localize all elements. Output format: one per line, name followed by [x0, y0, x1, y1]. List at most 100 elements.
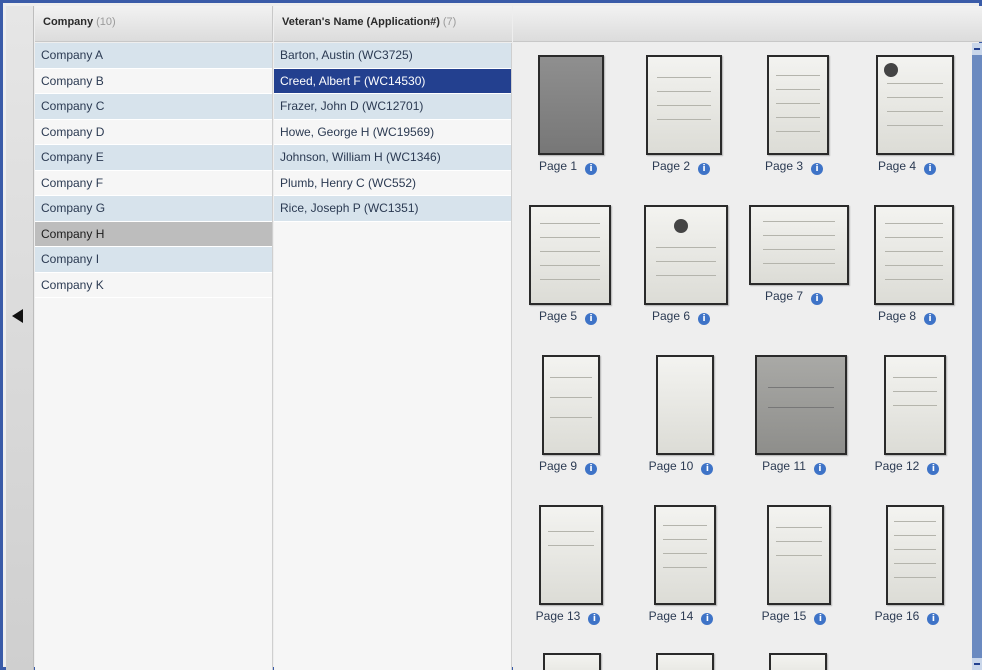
page-image	[755, 355, 847, 455]
page-thumb-partial[interactable]	[543, 653, 601, 670]
company-item-f[interactable]: Company F	[35, 170, 272, 196]
page-image	[542, 355, 600, 455]
page-label: Page 14	[648, 609, 694, 623]
info-icon[interactable]: i	[924, 313, 937, 325]
page-thumb-13[interactable]: Page 13 i	[513, 503, 623, 633]
page-thumb-14[interactable]: Page 14 i	[626, 503, 736, 633]
veteran-list: Barton, Austin (WC3725) Creed, Albert F …	[274, 43, 512, 670]
company-item-i[interactable]: Company I	[35, 247, 272, 273]
info-icon[interactable]: i	[927, 463, 940, 475]
veteran-column-header[interactable]: Veteran's Name (Application#) (7)	[274, 6, 512, 42]
info-icon[interactable]: i	[701, 613, 714, 625]
page-image	[749, 205, 849, 285]
veteran-item-creed[interactable]: Creed, Albert F (WC14530)	[274, 68, 511, 94]
veteran-header-label: Veteran's Name (Application#)	[282, 16, 440, 28]
page-label: Page 11	[762, 459, 806, 473]
page-thumb-1[interactable]: Page 1 i	[513, 51, 623, 179]
left-rail	[6, 6, 34, 670]
thumbnails-header	[513, 6, 982, 42]
company-item-h[interactable]: Company H	[35, 221, 272, 247]
page-thumb-12[interactable]: Page 12 i	[852, 353, 962, 483]
info-icon[interactable]: i	[701, 463, 714, 475]
info-icon[interactable]: i	[811, 293, 824, 305]
company-item-d[interactable]: Company D	[35, 119, 272, 145]
page-label: Page 9	[538, 459, 578, 473]
page-thumb-10[interactable]: Page 10 i	[626, 353, 736, 483]
page-label: Page 1	[538, 159, 578, 173]
page-label: Page 7	[764, 289, 804, 303]
page-label: Page 5	[538, 309, 578, 323]
veteran-item-frazer[interactable]: Frazer, John D (WC12701)	[274, 94, 511, 120]
company-item-k[interactable]: Company K	[35, 272, 272, 298]
page-thumb-6[interactable]: Page 6 i	[626, 203, 736, 333]
page-label: Page 4	[877, 159, 917, 173]
info-icon[interactable]: i	[698, 163, 711, 175]
company-count: (10)	[96, 16, 116, 28]
veteran-item-johnson[interactable]: Johnson, William H (WC1346)	[274, 145, 511, 171]
page-image	[529, 205, 611, 305]
page-label: Page 6	[651, 309, 691, 323]
page-image	[886, 505, 944, 605]
veteran-item-rice[interactable]: Rice, Joseph P (WC1351)	[274, 196, 511, 222]
page-thumb-8[interactable]: Page 8 i	[852, 203, 962, 333]
company-item-b[interactable]: Company B	[35, 68, 272, 94]
info-icon[interactable]: i	[813, 463, 826, 475]
page-label: Page 13	[535, 609, 581, 623]
info-icon[interactable]: i	[698, 313, 711, 325]
thumbnails-scrollbar[interactable]	[972, 43, 982, 670]
page-image	[539, 505, 603, 605]
page-label: Page 16	[874, 609, 920, 623]
veteran-item-plumb[interactable]: Plumb, Henry C (WC552)	[274, 170, 511, 196]
veteran-item-howe[interactable]: Howe, George H (WC19569)	[274, 119, 511, 145]
veteran-item-barton[interactable]: Barton, Austin (WC3725)	[274, 43, 511, 69]
page-image	[767, 55, 829, 155]
page-thumb-4[interactable]: Page 4 i	[852, 51, 962, 179]
company-column-header[interactable]: Company (10)	[35, 6, 273, 42]
page-thumb-partial[interactable]	[769, 653, 827, 670]
company-item-e[interactable]: Company E	[35, 145, 272, 171]
scroll-down-icon[interactable]	[972, 658, 982, 670]
info-icon[interactable]: i	[814, 613, 827, 625]
company-item-a[interactable]: Company A	[35, 43, 272, 69]
app-frame: Company (10) Veteran's Name (Application#…	[0, 0, 982, 670]
info-icon[interactable]: i	[585, 463, 598, 475]
info-icon[interactable]: i	[588, 613, 601, 625]
page-thumb-7[interactable]: Page 7 i	[739, 203, 849, 333]
page-thumb-11[interactable]: Page 11 i	[739, 353, 849, 483]
page-image	[656, 355, 714, 455]
page-thumb-3[interactable]: Page 3 i	[739, 51, 849, 179]
page-image	[646, 55, 722, 155]
collapse-panel-icon[interactable]	[12, 309, 23, 323]
page-thumb-15[interactable]: Page 15 i	[739, 503, 849, 633]
company-item-c[interactable]: Company C	[35, 94, 272, 120]
info-icon[interactable]: i	[927, 613, 940, 625]
page-image	[654, 505, 716, 605]
company-list: Company A Company B Company C Company D …	[35, 43, 273, 670]
page-thumb-9[interactable]: Page 9 i	[513, 353, 623, 483]
page-label: Page 12	[874, 459, 920, 473]
page-image	[767, 505, 831, 605]
page-label: Page 15	[761, 609, 807, 623]
info-icon[interactable]: i	[585, 313, 598, 325]
page-thumb-2[interactable]: Page 2 i	[626, 51, 736, 179]
scroll-up-icon[interactable]	[972, 43, 982, 55]
page-image	[644, 205, 728, 305]
page-thumb-16[interactable]: Page 16 i	[852, 503, 962, 633]
page-thumbnails-grid: Page 1 i Page 2 i Page 3 i Page 4 i Page 5 i…	[513, 43, 972, 670]
page-label: Page 2	[651, 159, 691, 173]
info-icon[interactable]: i	[924, 163, 937, 175]
page-image	[876, 55, 954, 155]
veteran-count: (7)	[442, 16, 457, 28]
info-icon[interactable]: i	[585, 163, 598, 175]
page-thumb-partial[interactable]	[656, 653, 714, 670]
page-label: Page 10	[648, 459, 694, 473]
info-icon[interactable]: i	[811, 163, 824, 175]
page-image	[884, 355, 946, 455]
page-thumb-5[interactable]: Page 5 i	[513, 203, 623, 333]
page-label: Page 3	[764, 159, 804, 173]
company-item-g[interactable]: Company G	[35, 196, 272, 222]
page-label: Page 8	[877, 309, 917, 323]
company-header-label: Company	[43, 16, 94, 28]
page-image	[538, 55, 604, 155]
page-image	[874, 205, 954, 305]
